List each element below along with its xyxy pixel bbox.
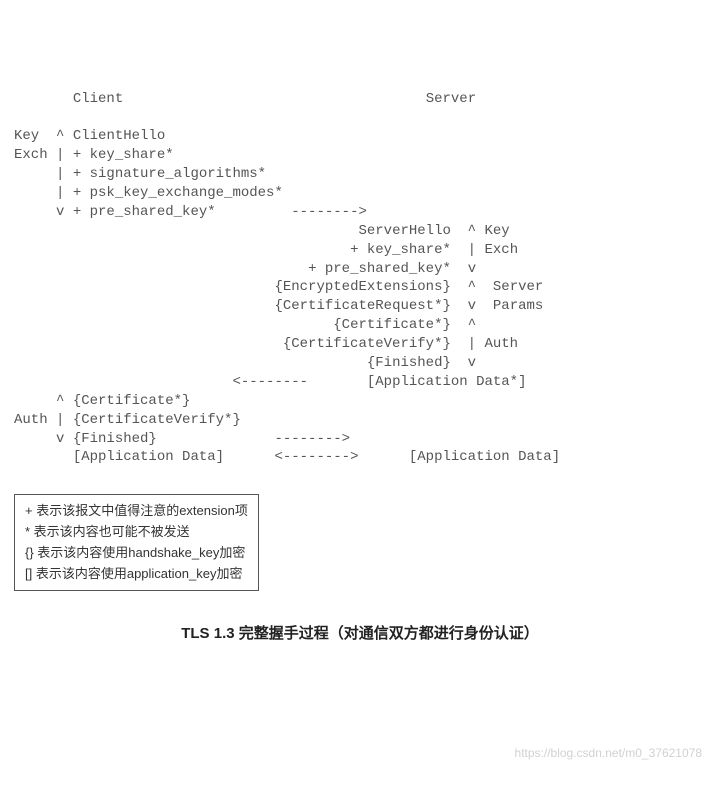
handshake-diagram: Client Server Key ^ ClientHello Exch | +… [14, 90, 706, 468]
server-hello-line: ServerHello ^ Key [358, 223, 509, 239]
key-share-line: | + key_share* [56, 147, 174, 163]
server-cert-verify-line: {CertificateVerify*} | Auth [283, 336, 518, 352]
server-finished-line: {Finished} v [367, 355, 476, 371]
server-psk-line: + pre_shared_key* v [308, 261, 476, 277]
client-cert-line: ^ {Certificate*} [56, 393, 190, 409]
legend-braces: {} 表示该内容使用handshake_key加密 [25, 545, 245, 560]
client-header: Client [73, 91, 123, 107]
watermark: https://blog.csdn.net/m0_37621078 [515, 745, 702, 761]
server-key-share-line: + key_share* | Exch [350, 242, 518, 258]
psk-line: v + pre_shared_key* --------> [56, 204, 367, 220]
legend-brackets: [] 表示该内容使用application_key加密 [25, 566, 242, 581]
server-appdata-line: <-------- [Application Data*] [232, 374, 526, 390]
key-exch-label-1: Key [14, 128, 39, 144]
psk-modes-line: | + psk_key_exchange_modes* [56, 185, 283, 201]
legend-plus: + 表示该报文中值得注意的extension项 [25, 503, 248, 518]
key-exch-label-2: Exch [14, 147, 48, 163]
client-cert-verify-line: | {CertificateVerify*} [56, 412, 241, 428]
legend-star: * 表示该内容也可能不被发送 [25, 524, 190, 539]
server-cert-line: {Certificate*} ^ [333, 317, 476, 333]
cert-req-line: {CertificateRequest*} v Params [274, 298, 543, 314]
server-header: Server [426, 91, 476, 107]
auth-label: Auth [14, 412, 48, 428]
enc-ext-line: {EncryptedExtensions} ^ Server [274, 279, 543, 295]
sig-algo-line: | + signature_algorithms* [56, 166, 266, 182]
client-finished-line: v {Finished} --------> [56, 431, 350, 447]
appdata-exchange-line: [Application Data] <--------> [Applicati… [56, 449, 560, 465]
client-hello-line: ^ ClientHello [56, 128, 165, 144]
diagram-caption: TLS 1.3 完整握手过程（对通信双方都进行身份认证） [14, 624, 706, 644]
legend-box: + 表示该报文中值得注意的extension项 * 表示该内容也可能不被发送 {… [14, 494, 259, 591]
